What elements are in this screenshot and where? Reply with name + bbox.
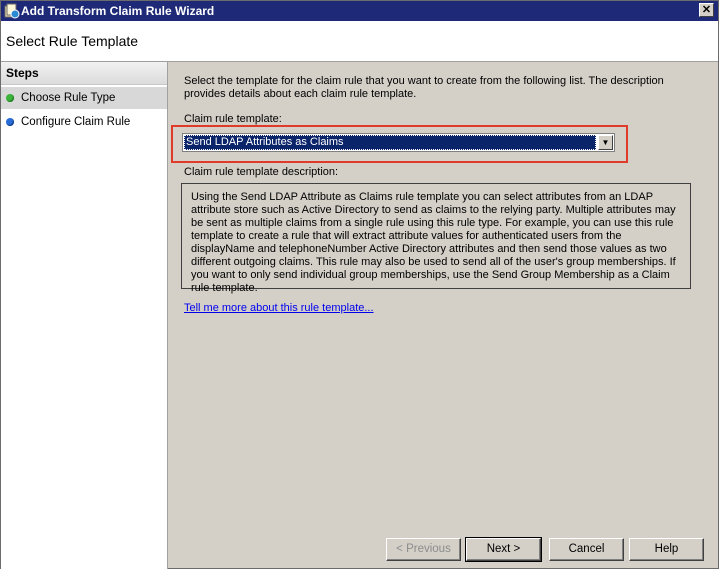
title-bar: Add Transform Claim Rule Wizard ✕ <box>1 1 718 21</box>
steps-sidebar: Steps Choose Rule Type Configure Claim R… <box>1 62 168 569</box>
page-title: Select Rule Template <box>6 33 139 49</box>
button-bar: < Previous Next > Cancel Help <box>168 532 718 569</box>
template-dropdown[interactable]: Send LDAP Attributes as Claims ▼ <box>182 133 615 152</box>
wizard-window: Add Transform Claim Rule Wizard ✕ Select… <box>0 0 719 569</box>
step-configure-claim-rule[interactable]: Configure Claim Rule <box>1 111 167 133</box>
help-link[interactable]: Tell me more about this rule template... <box>184 302 374 314</box>
wizard-header: Select Rule Template <box>1 21 718 62</box>
next-button[interactable]: Next > <box>465 537 542 562</box>
description-box: Using the Send LDAP Attribute as Claims … <box>181 183 691 294</box>
template-label: Claim rule template: <box>184 113 282 125</box>
intro-text: Select the template for the claim rule t… <box>184 75 664 100</box>
window-title: Add Transform Claim Rule Wizard <box>21 4 215 18</box>
steps-header: Steps <box>1 62 167 85</box>
template-dropdown-value: Send LDAP Attributes as Claims <box>184 135 596 150</box>
description-label: Claim rule template description: <box>184 166 339 178</box>
step-choose-rule-type[interactable]: Choose Rule Type <box>1 87 167 109</box>
step-label: Configure Claim Rule <box>21 116 131 128</box>
help-button[interactable]: Help <box>629 538 704 561</box>
previous-button[interactable]: < Previous <box>386 538 461 561</box>
step-label: Choose Rule Type <box>21 92 116 104</box>
status-dot-icon <box>6 118 14 126</box>
close-button[interactable]: ✕ <box>699 3 714 17</box>
chevron-down-icon[interactable]: ▼ <box>598 135 613 150</box>
close-icon: ✕ <box>701 4 712 16</box>
main-content: Select the template for the claim rule t… <box>168 62 718 532</box>
status-dot-icon <box>6 94 14 102</box>
wizard-app-icon <box>4 3 20 19</box>
cancel-button[interactable]: Cancel <box>549 538 624 561</box>
